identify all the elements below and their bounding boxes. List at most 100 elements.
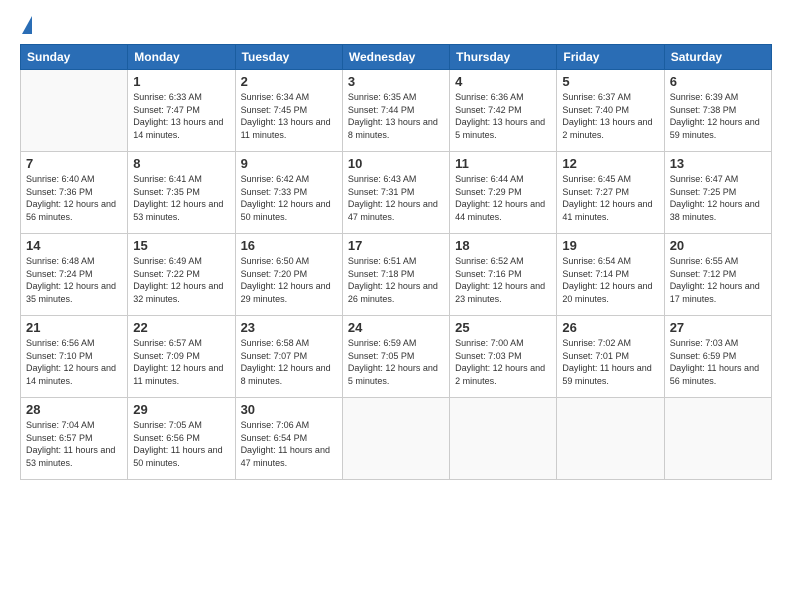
week-row-0: 1 Sunrise: 6:33 AMSunset: 7:47 PMDaylight… [21,70,772,152]
day-cell: 15 Sunrise: 6:49 AMSunset: 7:22 PMDayligh… [128,234,235,316]
header-sunday: Sunday [21,45,128,70]
day-cell: 18Sunrise: 6:52 AMSunset: 7:16 PMDayligh… [450,234,557,316]
day-cell: 11Sunrise: 6:44 AMSunset: 7:29 PMDayligh… [450,152,557,234]
day-number: 16 [241,238,337,253]
day-cell: 22 Sunrise: 6:57 AMSunset: 7:09 PMDayligh… [128,316,235,398]
day-number: 20 [670,238,766,253]
day-cell: 20 Sunrise: 6:55 AMSunset: 7:12 PMDayligh… [664,234,771,316]
day-number: 14 [26,238,122,253]
day-cell: 21 Sunrise: 6:56 AMSunset: 7:10 PMDayligh… [21,316,128,398]
day-cell: 23 Sunrise: 6:58 AMSunset: 7:07 PMDayligh… [235,316,342,398]
header-wednesday: Wednesday [342,45,449,70]
day-number: 29 [133,402,229,417]
day-cell: 17 Sunrise: 6:51 AMSunset: 7:18 PMDayligh… [342,234,449,316]
day-number: 12 [562,156,658,171]
day-info: Sunrise: 6:45 AMSunset: 7:27 PMDaylight:… [562,173,658,223]
day-cell: 12 Sunrise: 6:45 AMSunset: 7:27 PMDayligh… [557,152,664,234]
day-cell [450,398,557,480]
day-info: Sunrise: 6:39 AMSunset: 7:38 PMDaylight:… [670,91,766,141]
day-cell: 13Sunrise: 6:47 AMSunset: 7:25 PMDayligh… [664,152,771,234]
header [20,16,772,36]
day-info: Sunrise: 6:58 AMSunset: 7:07 PMDaylight:… [241,337,337,387]
day-number: 19 [562,238,658,253]
day-cell: 29Sunrise: 7:05 AMSunset: 6:56 PMDayligh… [128,398,235,480]
day-cell: 4 Sunrise: 6:36 AMSunset: 7:42 PMDaylight… [450,70,557,152]
header-row: SundayMondayTuesdayWednesdayThursdayFrid… [21,45,772,70]
day-cell: 1 Sunrise: 6:33 AMSunset: 7:47 PMDaylight… [128,70,235,152]
header-tuesday: Tuesday [235,45,342,70]
day-cell: 24 Sunrise: 6:59 AMSunset: 7:05 PMDayligh… [342,316,449,398]
header-thursday: Thursday [450,45,557,70]
day-number: 5 [562,74,658,89]
day-cell: 8Sunrise: 6:41 AMSunset: 7:35 PMDaylight… [128,152,235,234]
week-row-1: 7Sunrise: 6:40 AMSunset: 7:36 PMDaylight… [21,152,772,234]
day-cell: 3 Sunrise: 6:35 AMSunset: 7:44 PMDaylight… [342,70,449,152]
day-number: 2 [241,74,337,89]
week-row-3: 21 Sunrise: 6:56 AMSunset: 7:10 PMDayligh… [21,316,772,398]
day-cell [557,398,664,480]
day-cell: 7Sunrise: 6:40 AMSunset: 7:36 PMDaylight… [21,152,128,234]
day-number: 8 [133,156,229,171]
day-number: 27 [670,320,766,335]
header-monday: Monday [128,45,235,70]
day-info: Sunrise: 7:00 AMSunset: 7:03 PMDaylight:… [455,337,551,387]
day-number: 17 [348,238,444,253]
day-cell: 28 Sunrise: 7:04 AMSunset: 6:57 PMDayligh… [21,398,128,480]
day-number: 23 [241,320,337,335]
header-friday: Friday [557,45,664,70]
day-cell: 27 Sunrise: 7:03 AMSunset: 6:59 PMDayligh… [664,316,771,398]
day-info: Sunrise: 6:59 AMSunset: 7:05 PMDaylight:… [348,337,444,387]
day-number: 21 [26,320,122,335]
day-number: 28 [26,402,122,417]
day-info: Sunrise: 7:02 AMSunset: 7:01 PMDaylight:… [562,337,658,387]
day-number: 6 [670,74,766,89]
day-cell: 14Sunrise: 6:48 AMSunset: 7:24 PMDayligh… [21,234,128,316]
week-row-2: 14Sunrise: 6:48 AMSunset: 7:24 PMDayligh… [21,234,772,316]
day-cell [342,398,449,480]
day-info: Sunrise: 6:50 AMSunset: 7:20 PMDaylight:… [241,255,337,305]
day-cell: 9Sunrise: 6:42 AMSunset: 7:33 PMDaylight… [235,152,342,234]
day-info: Sunrise: 6:33 AMSunset: 7:47 PMDaylight:… [133,91,229,141]
day-cell: 2 Sunrise: 6:34 AMSunset: 7:45 PMDaylight… [235,70,342,152]
day-info: Sunrise: 7:03 AMSunset: 6:59 PMDaylight:… [670,337,766,387]
header-saturday: Saturday [664,45,771,70]
day-number: 1 [133,74,229,89]
day-cell: 10Sunrise: 6:43 AMSunset: 7:31 PMDayligh… [342,152,449,234]
day-info: Sunrise: 6:54 AMSunset: 7:14 PMDaylight:… [562,255,658,305]
logo [20,16,32,36]
day-number: 11 [455,156,551,171]
day-info: Sunrise: 7:04 AMSunset: 6:57 PMDaylight:… [26,419,122,469]
day-number: 25 [455,320,551,335]
day-number: 7 [26,156,122,171]
day-number: 26 [562,320,658,335]
day-number: 3 [348,74,444,89]
day-number: 13 [670,156,766,171]
day-info: Sunrise: 6:52 AMSunset: 7:16 PMDaylight:… [455,255,551,305]
week-row-4: 28 Sunrise: 7:04 AMSunset: 6:57 PMDayligh… [21,398,772,480]
day-info: Sunrise: 6:34 AMSunset: 7:45 PMDaylight:… [241,91,337,141]
day-cell [21,70,128,152]
day-info: Sunrise: 6:51 AMSunset: 7:18 PMDaylight:… [348,255,444,305]
day-number: 22 [133,320,229,335]
day-info: Sunrise: 6:43 AMSunset: 7:31 PMDaylight:… [348,173,444,223]
logo-triangle-icon [22,16,32,34]
day-number: 4 [455,74,551,89]
day-number: 24 [348,320,444,335]
day-info: Sunrise: 6:42 AMSunset: 7:33 PMDaylight:… [241,173,337,223]
day-info: Sunrise: 6:36 AMSunset: 7:42 PMDaylight:… [455,91,551,141]
day-cell: 5 Sunrise: 6:37 AMSunset: 7:40 PMDaylight… [557,70,664,152]
day-info: Sunrise: 6:35 AMSunset: 7:44 PMDaylight:… [348,91,444,141]
day-cell [664,398,771,480]
day-cell: 26 Sunrise: 7:02 AMSunset: 7:01 PMDayligh… [557,316,664,398]
day-info: Sunrise: 6:37 AMSunset: 7:40 PMDaylight:… [562,91,658,141]
day-info: Sunrise: 7:06 AMSunset: 6:54 PMDaylight:… [241,419,337,469]
day-info: Sunrise: 6:56 AMSunset: 7:10 PMDaylight:… [26,337,122,387]
page: SundayMondayTuesdayWednesdayThursdayFrid… [0,0,792,612]
day-cell: 25 Sunrise: 7:00 AMSunset: 7:03 PMDayligh… [450,316,557,398]
day-info: Sunrise: 6:49 AMSunset: 7:22 PMDaylight:… [133,255,229,305]
day-info: Sunrise: 6:57 AMSunset: 7:09 PMDaylight:… [133,337,229,387]
calendar: SundayMondayTuesdayWednesdayThursdayFrid… [20,44,772,480]
day-cell: 30Sunrise: 7:06 AMSunset: 6:54 PMDayligh… [235,398,342,480]
day-info: Sunrise: 6:55 AMSunset: 7:12 PMDaylight:… [670,255,766,305]
day-number: 15 [133,238,229,253]
